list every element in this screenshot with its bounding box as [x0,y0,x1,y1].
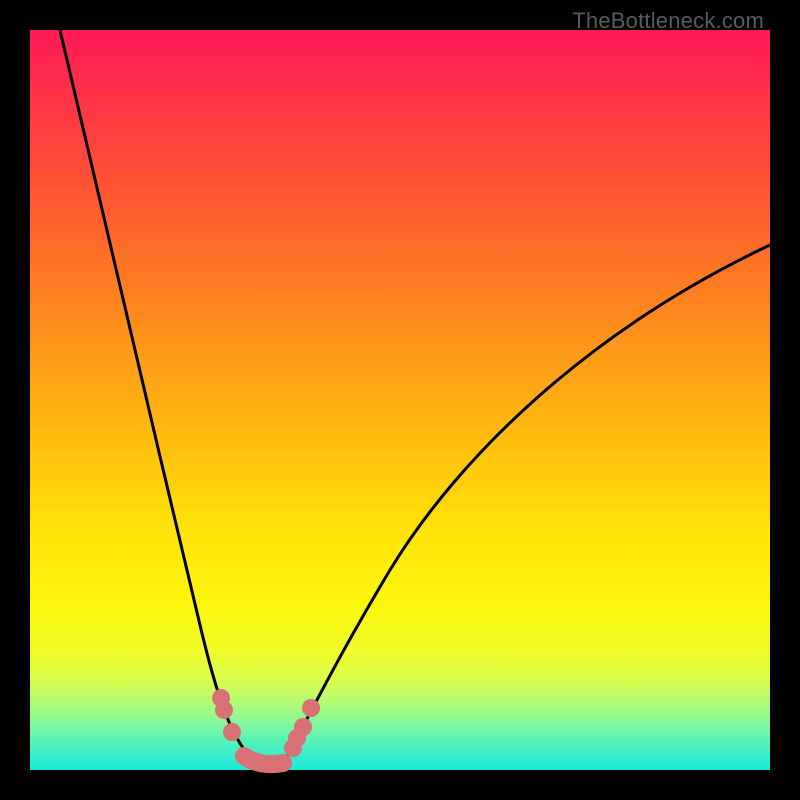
bottleneck-curve [30,30,770,770]
plot-area [30,30,770,770]
watermark-text: TheBottleneck.com [572,8,764,34]
curve-right-branch [282,245,770,765]
curve-left-branch [60,30,258,765]
valley-markers [212,689,320,764]
